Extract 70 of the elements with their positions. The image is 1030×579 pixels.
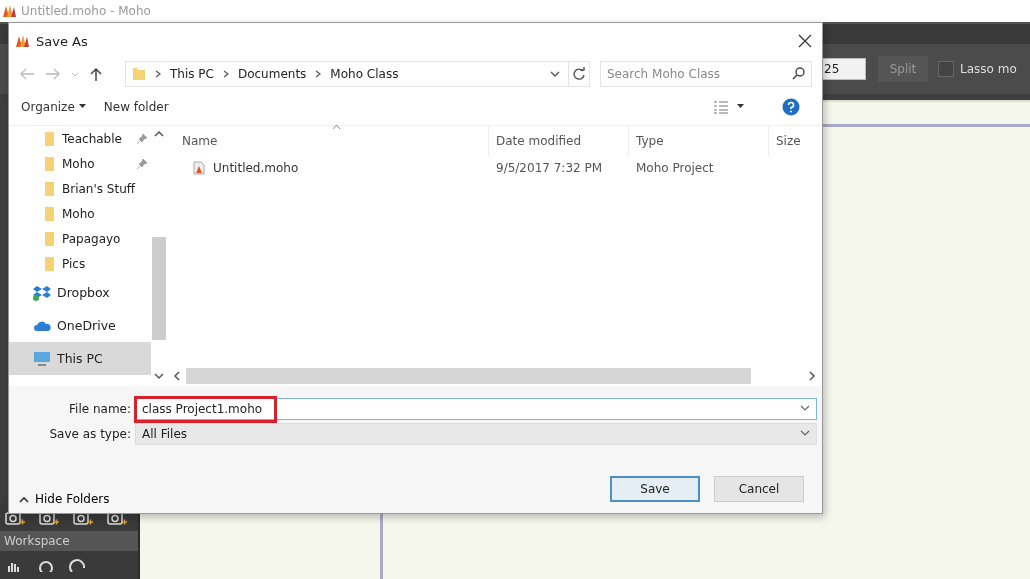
sidebar-item[interactable]: Pics bbox=[9, 251, 151, 276]
chevron-up-icon bbox=[19, 495, 29, 503]
sidebar-item[interactable]: OneDrive bbox=[9, 309, 151, 342]
caret-icon[interactable] bbox=[737, 104, 744, 109]
checkbox[interactable] bbox=[938, 61, 954, 77]
hide-folders-button[interactable]: Hide Folders bbox=[17, 490, 112, 508]
folder-icon bbox=[45, 131, 54, 146]
sort-caret-icon bbox=[332, 124, 341, 129]
app-logo-icon bbox=[15, 34, 30, 48]
sidebar-item[interactable]: Teachable bbox=[9, 126, 151, 151]
dialog-title: Save As bbox=[36, 33, 88, 49]
file-type-dropdown[interactable]: All Files bbox=[135, 422, 817, 445]
cancel-button[interactable]: Cancel bbox=[714, 476, 804, 502]
table-cell: Moho Project bbox=[636, 161, 714, 175]
address-bar[interactable]: This PC Documents Moho Class bbox=[125, 60, 569, 87]
column-header[interactable]: Size bbox=[776, 134, 801, 148]
sidebar-item[interactable]: Moho bbox=[9, 201, 151, 226]
number-field[interactable]: 25 bbox=[820, 58, 866, 80]
search-field[interactable]: Search Moho Class bbox=[600, 60, 812, 87]
scroll-up-icon[interactable] bbox=[154, 130, 164, 137]
scrollbar-thumb[interactable] bbox=[152, 237, 166, 340]
window-title: Untitled.moho - Moho bbox=[21, 4, 151, 18]
chevron-right-icon bbox=[314, 68, 323, 79]
sidebar-item[interactable]: Papagayo bbox=[9, 226, 151, 251]
folder-icon bbox=[45, 181, 54, 196]
file-name[interactable]: Untitled.moho bbox=[213, 161, 299, 175]
caret-icon bbox=[78, 104, 86, 109]
scroll-left-icon[interactable] bbox=[173, 371, 180, 381]
panel-title: Workspace bbox=[0, 531, 138, 551]
computer-icon bbox=[33, 351, 51, 366]
save-button[interactable]: Save bbox=[610, 476, 700, 502]
scroll-right-icon[interactable] bbox=[809, 371, 816, 381]
help-icon[interactable] bbox=[782, 97, 800, 116]
chevron-right-icon bbox=[154, 68, 162, 79]
dropdown-chevron-icon[interactable] bbox=[549, 69, 560, 78]
breadcrumb-item[interactable]: This PC bbox=[170, 66, 214, 81]
breadcrumb-item[interactable]: Documents bbox=[237, 66, 307, 81]
checkbox-label: Lasso mo bbox=[960, 62, 1017, 76]
organize-button[interactable]: Organize bbox=[19, 97, 88, 116]
folder-icon bbox=[45, 256, 54, 271]
folder-icon bbox=[45, 231, 54, 246]
folder-icon bbox=[45, 206, 54, 221]
moho-file-icon bbox=[193, 161, 205, 175]
field-label: File name: bbox=[68, 401, 132, 416]
sidebar-item[interactable]: This PC bbox=[9, 342, 151, 375]
breadcrumb-item[interactable]: Moho Class bbox=[330, 66, 399, 81]
new-folder-button[interactable]: New folder bbox=[101, 97, 171, 116]
dropdown-chevron-icon[interactable] bbox=[800, 430, 810, 437]
chevron-right-icon bbox=[221, 68, 230, 79]
table-cell: 9/5/2017 7:32 PM bbox=[496, 161, 603, 175]
refresh-icon[interactable] bbox=[571, 66, 586, 81]
close-icon[interactable] bbox=[798, 34, 812, 48]
file-name-field[interactable]: class Project1.moho bbox=[135, 397, 817, 420]
scrollbar-thumb[interactable] bbox=[186, 368, 751, 384]
dropbox-icon bbox=[33, 284, 51, 301]
folder-icon bbox=[45, 156, 54, 171]
folder-icon bbox=[132, 66, 146, 81]
column-header[interactable]: Date modified bbox=[496, 134, 582, 148]
cloud-icon bbox=[33, 319, 51, 332]
sidebar-item[interactable]: Moho bbox=[9, 151, 151, 176]
column-header[interactable]: Name bbox=[182, 134, 218, 148]
dropdown-chevron-icon[interactable] bbox=[800, 405, 810, 412]
sidebar-item[interactable]: Dropbox bbox=[9, 276, 151, 309]
search-icon[interactable] bbox=[792, 66, 805, 80]
sidebar-item[interactable]: Brian's Stuff bbox=[9, 176, 151, 201]
column-header[interactable]: Type bbox=[636, 134, 664, 148]
app-logo-icon bbox=[2, 4, 17, 18]
field-label: Save as type: bbox=[48, 426, 132, 441]
scroll-down-icon[interactable] bbox=[154, 373, 164, 380]
up-arrow-icon[interactable] bbox=[89, 66, 103, 81]
